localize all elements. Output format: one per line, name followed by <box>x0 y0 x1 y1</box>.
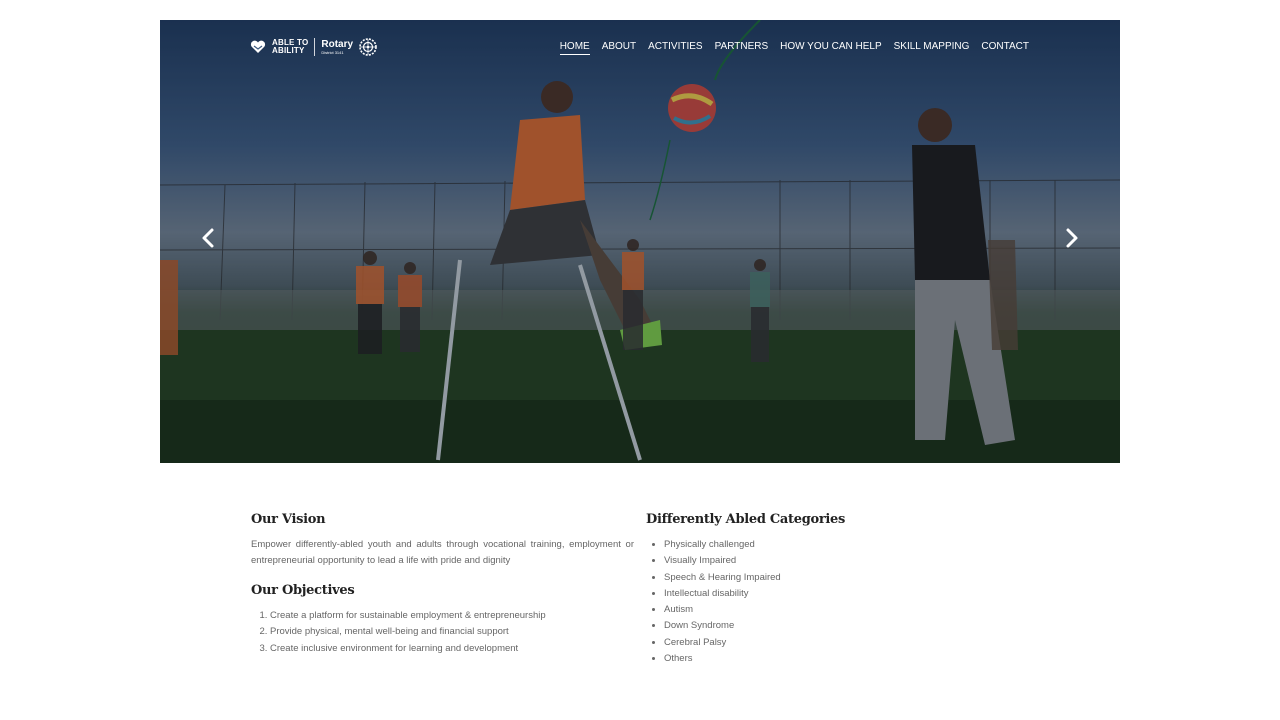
vision-text: Empower differently-abled youth and adul… <box>251 539 634 566</box>
categories-list: Physically challenged Visually Impaired … <box>646 537 946 667</box>
category-item: Others <box>664 651 946 667</box>
heart-hands-icon <box>250 40 266 53</box>
main-nav: HOME ABOUT ACTIVITIES PARTNERS HOW YOU C… <box>559 41 1029 55</box>
nav-how-you-can-help[interactable]: HOW YOU CAN HELP <box>780 41 882 55</box>
hero-image <box>160 20 1120 463</box>
nav-activities[interactable]: ACTIVITIES <box>648 41 702 55</box>
category-item: Intellectual disability <box>664 586 946 602</box>
category-item: Speech & Hearing Impaired <box>664 570 946 586</box>
category-item: Down Syndrome <box>664 618 946 634</box>
slider-next-button[interactable] <box>1059 226 1083 250</box>
categories-column: Differently Abled Categories Physically … <box>646 512 946 667</box>
objectives-title: Our Objectives <box>251 583 355 598</box>
objective-item: Provide physical, mental well-being and … <box>270 624 634 640</box>
categories-title: Differently Abled Categories <box>646 512 846 527</box>
site-logo[interactable]: ABLE TO ABILITY Rotary District 3141 <box>250 38 377 56</box>
nav-about[interactable]: ABOUT <box>602 41 636 55</box>
chevron-right-icon <box>1066 228 1078 248</box>
vision-title: Our Vision <box>251 512 326 527</box>
objective-item: Create inclusive environment for learnin… <box>270 641 634 657</box>
vision-objectives-column: Our Vision Empower differently-abled you… <box>251 512 634 657</box>
logo-line2: ABILITY <box>272 46 305 55</box>
logo-text: ABLE TO ABILITY <box>272 39 308 55</box>
hero-slider: ABLE TO ABILITY Rotary District 3141 HOM… <box>160 20 1120 463</box>
category-item: Physically challenged <box>664 537 946 553</box>
nav-home[interactable]: HOME <box>559 41 590 55</box>
nav-partners[interactable]: PARTNERS <box>715 41 769 55</box>
partner-logo: Rotary District 3141 <box>321 38 354 55</box>
partner-sub: District 3141 <box>321 49 344 55</box>
category-item: Autism <box>664 602 946 618</box>
partner-name: Rotary <box>321 38 354 50</box>
slider-prev-button[interactable] <box>197 226 221 250</box>
nav-skill-mapping[interactable]: SKILL MAPPING <box>894 41 970 55</box>
objective-item: Create a platform for sustainable employ… <box>270 608 634 624</box>
category-item: Cerebral Palsy <box>664 635 946 651</box>
chevron-left-icon <box>202 228 214 248</box>
logo-divider <box>314 38 316 56</box>
objectives-list: Create a platform for sustainable employ… <box>251 608 634 657</box>
category-item: Visually Impaired <box>664 553 946 569</box>
nav-contact[interactable]: CONTACT <box>981 41 1029 55</box>
rotary-wheel-icon <box>359 38 377 56</box>
